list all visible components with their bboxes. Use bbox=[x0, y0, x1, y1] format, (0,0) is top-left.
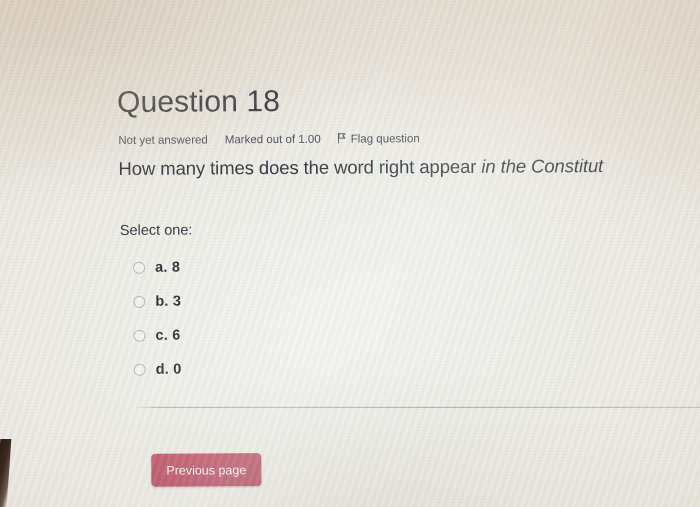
answer-options-list: a. 8 b. 3 c. 6 d. 0 bbox=[133, 251, 182, 387]
answer-option-b-label: b. 3 bbox=[155, 293, 182, 310]
select-one-prompt: Select one: bbox=[119, 222, 193, 239]
screen-photo-surface: Question 18 Not yet answered Marked out … bbox=[0, 0, 700, 507]
radio-button-b[interactable] bbox=[133, 295, 146, 308]
flag-icon bbox=[338, 132, 347, 147]
answer-option-a-label: a. 8 bbox=[155, 259, 181, 276]
answer-option-c-label: c. 6 bbox=[155, 327, 181, 344]
question-text-italic: in the Constitut bbox=[481, 155, 604, 177]
question-meta-row: Not yet answered Marked out of 1.00 Flag… bbox=[118, 132, 420, 148]
question-text: How many times does the word right appea… bbox=[118, 153, 700, 180]
previous-page-button[interactable]: Previous page bbox=[151, 453, 262, 487]
radio-button-a[interactable] bbox=[133, 261, 146, 274]
question-text-plain: How many times does the word right appea… bbox=[118, 155, 482, 179]
flag-question-label: Flag question bbox=[350, 133, 420, 146]
answer-option-c[interactable]: c. 6 bbox=[133, 319, 181, 353]
radio-button-d[interactable] bbox=[133, 363, 146, 376]
answer-option-b[interactable]: b. 3 bbox=[133, 285, 181, 319]
answer-option-d-label: d. 0 bbox=[155, 361, 182, 378]
status-badge: Not yet answered bbox=[118, 134, 208, 147]
radio-button-c[interactable] bbox=[133, 329, 146, 342]
quiz-question-page: Question 18 Not yet answered Marked out … bbox=[0, 0, 700, 507]
section-divider bbox=[133, 406, 700, 408]
answer-option-a[interactable]: a. 8 bbox=[133, 251, 181, 285]
page-title: Question 18 bbox=[116, 84, 281, 119]
marks-label: Marked out of 1.00 bbox=[224, 133, 321, 147]
flag-question-button[interactable]: Flag question bbox=[338, 132, 420, 147]
answer-option-d[interactable]: d. 0 bbox=[133, 353, 182, 387]
